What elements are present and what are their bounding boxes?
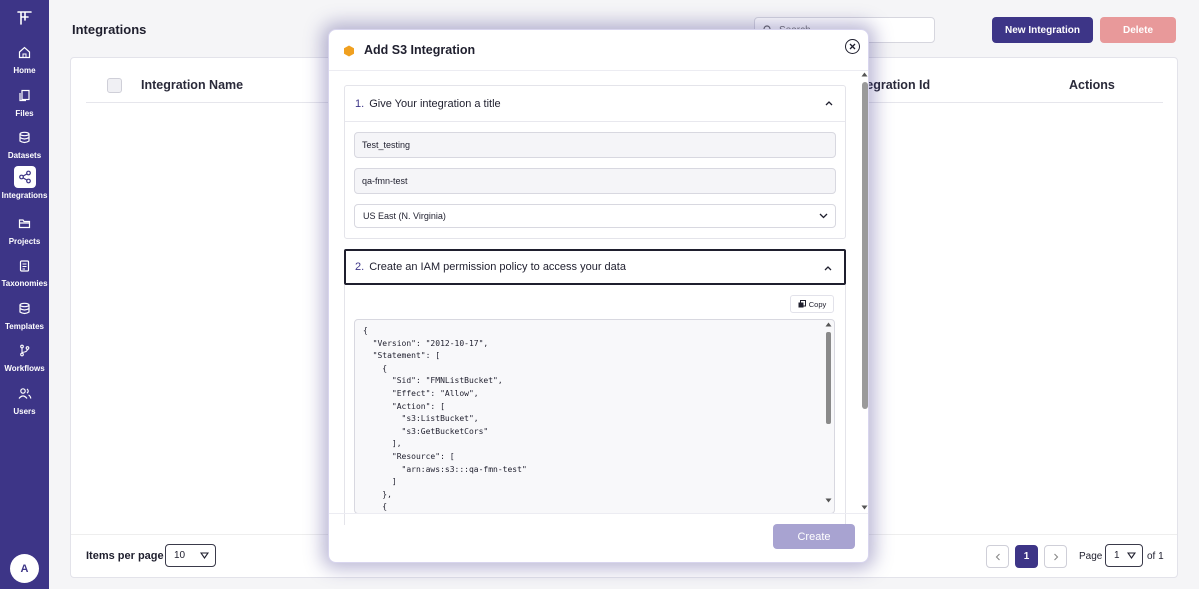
share-icon [13,166,36,188]
scroll-down-arrow-icon[interactable] [861,505,868,510]
step-1-header[interactable]: 1. Give Your integration a title [345,86,845,121]
add-s3-integration-modal: Add S3 Integration 1. Give Your integrat… [328,29,869,563]
scroll-up-arrow-icon[interactable] [825,322,832,327]
bucket-name-field[interactable]: qa-fmn-test [354,168,836,194]
git-branch-icon [14,339,36,361]
step-title: Give Your integration a title [369,97,501,110]
chevron-down-icon [200,552,209,559]
sidebar-item-label: Users [13,407,36,416]
chevron-up-icon [824,266,832,271]
page-title: Integrations [72,22,147,37]
files-icon [14,84,36,106]
chevron-down-icon [819,213,828,219]
step-1-divider [345,121,845,122]
database-icon [14,297,36,319]
folder-icon [14,212,36,234]
app-logo-icon[interactable] [16,9,33,26]
database-icon [14,126,36,148]
sidebar-item-label: Integrations [1,191,48,200]
sidebar-item-label: Home [13,66,36,75]
sidebar-item-label: Files [15,109,34,118]
step-2-header[interactable]: 2. Create an IAM permission policy to ac… [344,249,846,285]
sidebar-item-taxonomies[interactable]: Taxonomies [0,254,49,288]
integration-name-field[interactable]: Test_testing [354,132,836,158]
avatar[interactable]: A [10,554,39,583]
scroll-down-arrow-icon[interactable] [825,498,832,503]
chevron-right-icon [1053,553,1058,560]
close-button[interactable] [845,39,860,54]
home-icon [14,41,36,63]
prev-page-button[interactable] [986,545,1009,568]
sidebar-item-templates[interactable]: Templates [0,297,49,331]
chevron-up-icon [825,101,833,106]
modal-footer-divider [329,513,868,514]
sidebar-item-datasets[interactable]: Datasets [0,126,49,160]
page-button-current[interactable]: 1 [1015,545,1038,568]
column-header-integration-name[interactable]: Integration Name [141,78,243,92]
step-number: 1. [355,97,365,110]
sidebar-item-label: Taxonomies [1,279,48,288]
page-label: Page [1079,551,1103,562]
page-select-value: 1 [1114,550,1120,561]
sidebar-item-integrations[interactable]: Integrations [0,166,49,200]
sidebar-item-users[interactable]: Users [0,382,49,416]
modal-header-divider [329,70,868,71]
modal-scrollbar-thumb[interactable] [862,82,868,409]
s3-bucket-icon [344,45,354,57]
close-icon [849,43,856,50]
sidebar-item-label: Projects [8,237,41,246]
sidebar-item-home[interactable]: Home [0,41,49,75]
iam-policy-code-block[interactable]: { "Version": "2012-10-17", "Statement": … [354,319,835,514]
select-all-checkbox[interactable] [107,78,122,93]
clipboard-icon [14,254,36,276]
items-per-page-label: Items per page [86,550,164,562]
chevron-down-icon [1127,552,1136,559]
step-title: Create an IAM permission policy to acces… [369,261,626,273]
items-per-page-select[interactable]: 10 [165,544,216,567]
integration-name-value: Test_testing [362,140,411,150]
delete-button[interactable]: Delete [1100,17,1176,43]
iam-policy-text: { "Version": "2012-10-17", "Statement": … [363,326,527,512]
users-icon [14,382,36,404]
create-button[interactable]: Create [773,524,855,549]
region-value: US East (N. Virginia) [363,211,446,221]
copy-label: Copy [808,299,827,309]
sidebar-item-projects[interactable]: Projects [0,212,49,246]
scroll-up-arrow-icon[interactable] [861,72,868,77]
sidebar-item-label: Workflows [4,364,45,373]
sidebar-item-workflows[interactable]: Workflows [0,339,49,373]
bucket-name-value: qa-fmn-test [362,176,408,186]
sidebar-item-label: Templates [5,322,44,331]
code-scrollbar[interactable] [824,320,833,513]
page-total-label: of 1 [1147,551,1164,562]
step-number: 2. [355,261,365,273]
modal-title: Add S3 Integration [364,43,476,57]
page-select[interactable]: 1 [1105,544,1143,567]
modal-scrollbar[interactable] [859,70,868,513]
next-page-button[interactable] [1044,545,1067,568]
copy-icon [798,300,806,308]
code-scrollbar-thumb[interactable] [826,332,831,424]
sidebar: Home Files Datasets Integrations Project… [0,0,49,589]
copy-button[interactable]: Copy [790,295,834,313]
chevron-left-icon [995,553,1000,560]
sidebar-item-label: Datasets [7,151,42,160]
sidebar-item-files[interactable]: Files [0,84,49,118]
region-select[interactable]: US East (N. Virginia) [354,204,836,228]
column-header-actions: Actions [1069,78,1115,92]
new-integration-button[interactable]: New Integration [992,17,1093,43]
items-per-page-value: 10 [174,550,186,561]
